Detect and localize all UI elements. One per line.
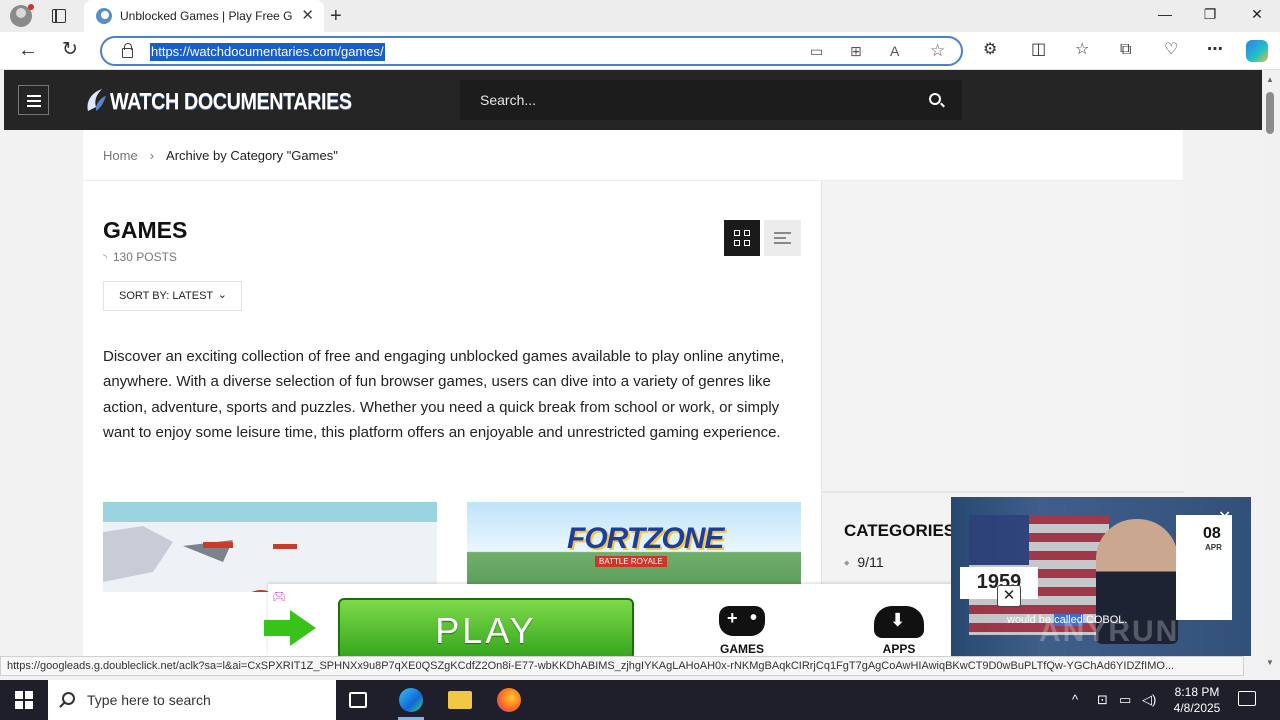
- minimize-button[interactable]: —: [1155, 6, 1175, 22]
- status-bar-url: https://googleads.g.doubleclick.net/aclk…: [0, 656, 1244, 676]
- sort-dropdown[interactable]: SORT BY: LATEST ⌄: [103, 281, 242, 311]
- extensions-icon[interactable]: ⚙: [983, 41, 997, 59]
- cast-icon[interactable]: ▭: [810, 43, 823, 60]
- game-thumbnail-subtitle: BATTLE ROYALE: [595, 556, 667, 567]
- favorite-star-icon[interactable]: ☆: [930, 41, 945, 61]
- rss-icon[interactable]: ◝: [103, 253, 107, 264]
- page-viewport: WATCH DOCUMENTARIES Home › Archive by Cate…: [0, 70, 1262, 656]
- scrollbar[interactable]: ▲ ▼: [1262, 70, 1280, 670]
- close-window-button[interactable]: ✕: [1247, 6, 1267, 23]
- ad-games-label: GAMES: [719, 642, 764, 656]
- date-day: 08: [1203, 525, 1221, 542]
- scroll-up-icon[interactable]: ▲: [1266, 75, 1274, 84]
- notification-icon[interactable]: [1238, 691, 1256, 706]
- ad-apps-button[interactable]: APPS: [859, 606, 939, 656]
- game-thumbnail[interactable]: [103, 502, 437, 592]
- system-clock[interactable]: 8:18 PM 4/8/2025: [1172, 684, 1222, 716]
- posts-count-label: 130 POSTS: [112, 250, 177, 264]
- scroll-thumb[interactable]: [1266, 92, 1274, 134]
- site-logo-icon[interactable]: [84, 87, 108, 113]
- scroll-down-icon[interactable]: ▼: [1266, 658, 1274, 667]
- tab-close-button[interactable]: ✕: [301, 7, 314, 25]
- breadcrumb-separator: ›: [149, 148, 155, 163]
- grid-view-button[interactable]: [724, 220, 760, 256]
- search-icon: [62, 692, 75, 705]
- gamepad-icon: [719, 606, 765, 636]
- tab-strip: Unblocked Games | Play Free Games ✕ + — …: [0, 0, 1280, 32]
- site-header: WATCH DOCUMENTARIES: [4, 70, 1262, 130]
- network-icon[interactable]: ▭: [1119, 692, 1131, 708]
- breadcrumb: Home › Archive by Category "Games": [103, 148, 338, 163]
- posts-count: ◝ 130 POSTS: [103, 250, 177, 264]
- favorites-icon[interactable]: ☆: [1075, 41, 1089, 59]
- profile-notification-dot: [28, 4, 34, 10]
- taskbar: Type here to search ^ ⊡ ▭ ◁) 8:18 PM 4/8…: [0, 680, 1280, 720]
- volume-icon[interactable]: ◁): [1142, 692, 1156, 708]
- arrow-right-icon: [264, 610, 316, 646]
- collections-icon[interactable]: ⧉: [1120, 41, 1131, 59]
- site-favicon-icon: [96, 8, 112, 24]
- date-month: APR: [1205, 543, 1222, 552]
- new-tab-button[interactable]: +: [330, 4, 342, 28]
- reload-button[interactable]: ↻: [62, 40, 78, 60]
- url-text[interactable]: https://watchdocumentaries.com/games/: [150, 43, 385, 61]
- video-ad[interactable]: 08 APR 1959 would be called COBOL. ANYRU…: [951, 497, 1251, 656]
- browser-essentials-icon[interactable]: ♡: [1164, 41, 1178, 59]
- site-search-input[interactable]: [460, 80, 910, 120]
- clock-date: 4/8/2025: [1173, 701, 1221, 715]
- lock-icon[interactable]: [122, 43, 133, 58]
- cloud-download-icon: [874, 606, 924, 638]
- gamepad-small-icon: 🎮︎: [272, 591, 286, 603]
- category-description: Discover an exciting collection of free …: [103, 348, 785, 442]
- ad-games-button[interactable]: GAMES: [702, 606, 782, 656]
- device-icon[interactable]: ⊡: [1097, 692, 1108, 708]
- sort-label: SORT BY: LATEST: [119, 290, 214, 302]
- ad-play-button[interactable]: PLAY: [338, 598, 634, 656]
- copilot-icon[interactable]: [1246, 40, 1268, 62]
- video-close-icon[interactable]: ✕: [1218, 507, 1231, 527]
- tab-active[interactable]: Unblocked Games | Play Free Games ✕: [84, 0, 324, 32]
- game-thumbnail-art: [103, 526, 297, 592]
- restore-button[interactable]: ❐: [1200, 6, 1220, 23]
- divider: [822, 491, 1184, 493]
- windows-start-icon[interactable]: [15, 691, 33, 709]
- split-screen-icon[interactable]: ◫: [1031, 41, 1046, 59]
- address-bar[interactable]: https://watchdocumentaries.com/games/ ▭ …: [100, 36, 963, 66]
- settings-more-icon[interactable]: ⋯: [1207, 41, 1223, 59]
- ad-apps-label: APPS: [882, 642, 916, 656]
- chevron-up-icon[interactable]: ^: [1072, 692, 1078, 707]
- banner-ad[interactable]: 🎮︎ PLAY GAMES APPS ▷ ⋮: [264, 584, 998, 656]
- read-aloud-icon[interactable]: A: [890, 43, 899, 59]
- taskbar-search-placeholder: Type here to search: [87, 692, 211, 708]
- tab-actions-icon[interactable]: [50, 7, 68, 25]
- clock-time: 8:18 PM: [1174, 685, 1220, 699]
- back-button[interactable]: ←: [18, 40, 38, 60]
- site-logo-text[interactable]: WATCH DOCUMENTARIES: [110, 88, 352, 115]
- firefox-icon[interactable]: [497, 688, 521, 712]
- category-link[interactable]: 9/11: [844, 554, 883, 570]
- taskbar-search[interactable]: Type here to search: [48, 680, 336, 720]
- page-title: GAMES: [103, 217, 188, 243]
- tab-title: Unblocked Games | Play Free Games: [120, 9, 292, 23]
- app-available-icon[interactable]: ⊞: [850, 43, 862, 60]
- ad-close-button[interactable]: ✕: [997, 585, 1021, 607]
- breadcrumb-home-link[interactable]: Home: [103, 148, 138, 163]
- edge-icon[interactable]: [399, 688, 423, 712]
- breadcrumb-current: Archive by Category "Games": [166, 148, 338, 163]
- menu-hamburger-icon[interactable]: [18, 85, 49, 115]
- task-view-icon[interactable]: [349, 692, 367, 708]
- game-thumbnail-title: FORTZONE: [567, 522, 724, 555]
- game-thumbnail[interactable]: FORTZONE BATTLE ROYALE: [467, 502, 801, 592]
- site-search: [460, 80, 962, 120]
- file-explorer-icon[interactable]: [448, 691, 472, 709]
- browser-toolbar: ← ↻ https://watchdocumentaries.com/games…: [0, 32, 1280, 70]
- categories-heading: CATEGORIES: [844, 521, 956, 540]
- video-watermark: ANYRUN: [1039, 615, 1180, 648]
- chevron-down-icon: ⌄: [217, 289, 227, 301]
- search-icon[interactable]: [929, 93, 941, 105]
- list-view-button[interactable]: [764, 220, 801, 256]
